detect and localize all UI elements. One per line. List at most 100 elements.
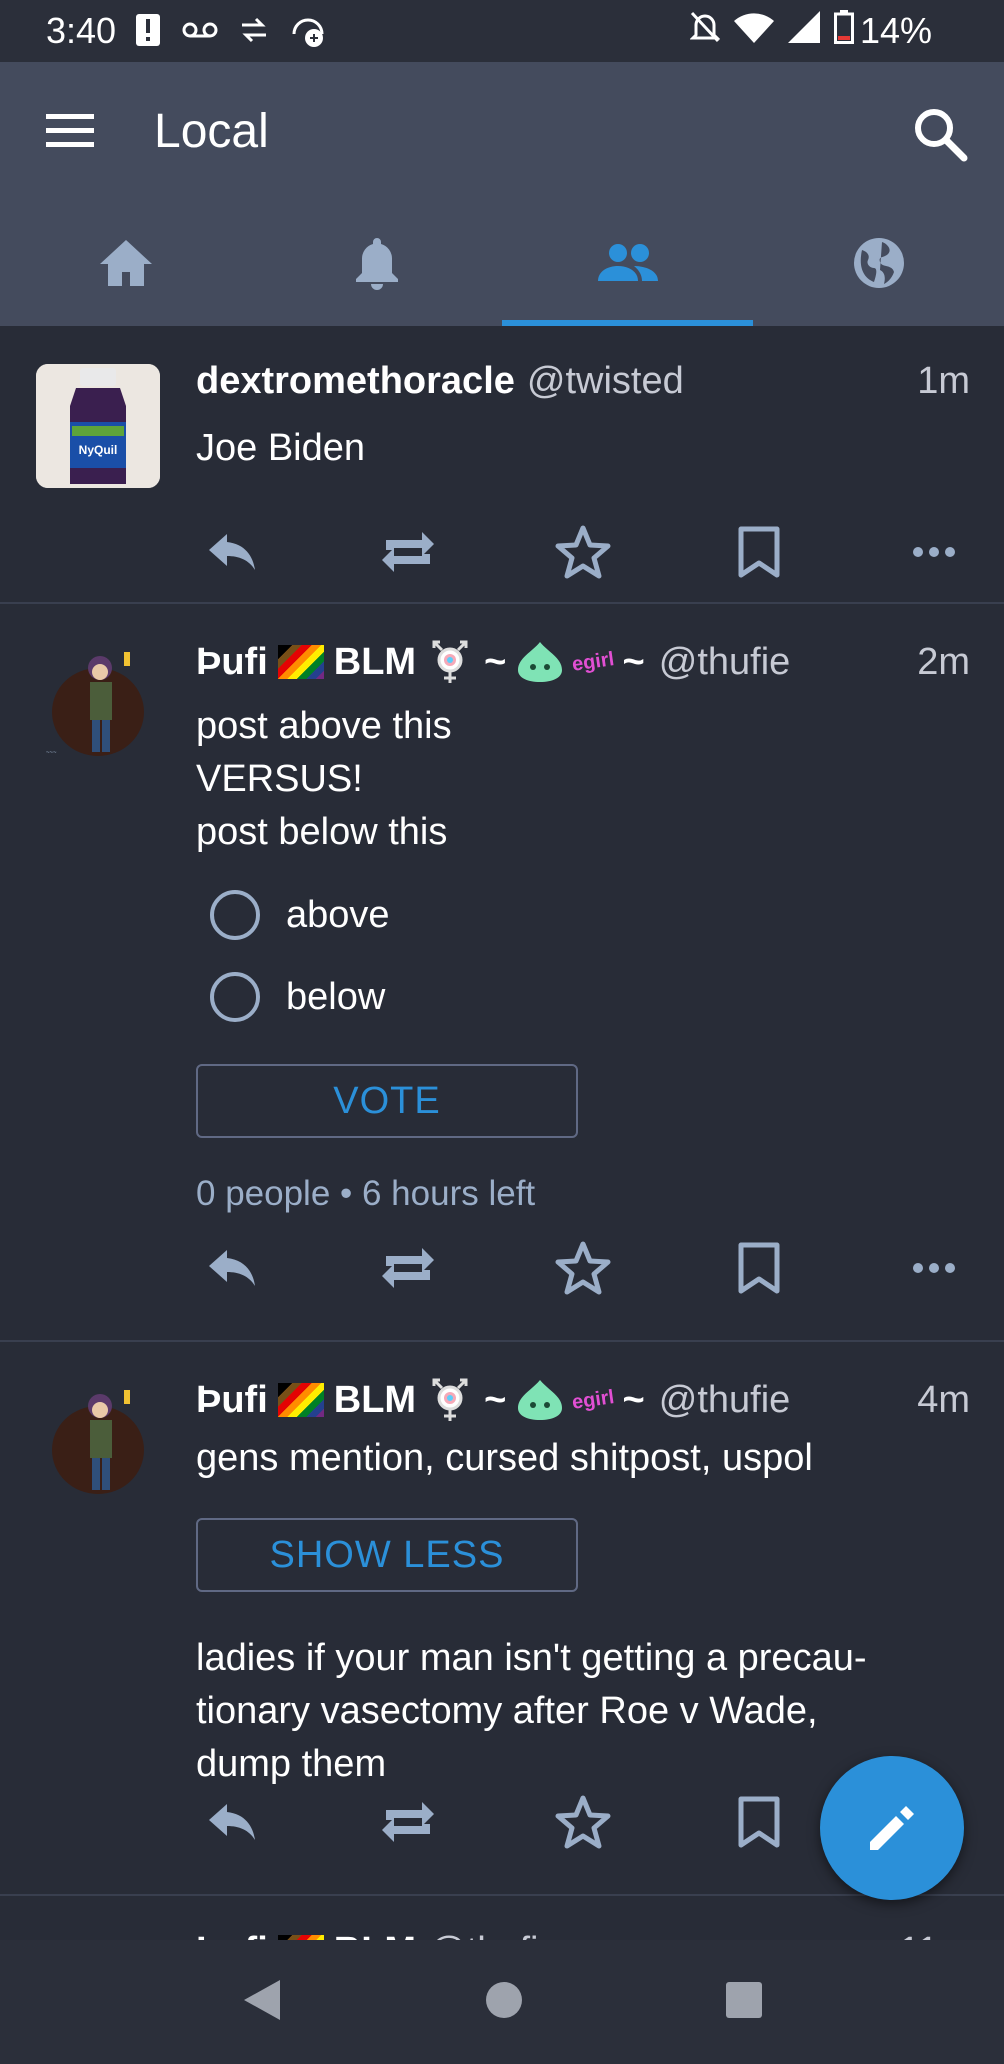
status-header: dextromethoracle @twisted 1m xyxy=(196,360,970,403)
timestamp: 2m xyxy=(917,640,970,683)
status-header: Þufi BLM @thufie 11m xyxy=(196,1930,970,1940)
tab-local[interactable] xyxy=(502,200,753,326)
poll-option[interactable]: above xyxy=(210,890,390,940)
bookmark-icon xyxy=(738,526,779,578)
boost-button[interactable] xyxy=(372,1232,444,1304)
tab-home[interactable] xyxy=(0,200,251,326)
reply-icon xyxy=(209,534,255,570)
favourite-button[interactable] xyxy=(547,516,619,588)
display-name[interactable]: Þufi BLM ~ egirl ~ xyxy=(196,1376,647,1424)
tilde: ~ xyxy=(484,1378,507,1421)
content-line: ladies if your man isn't getting a preca… xyxy=(196,1637,867,1679)
more-icon xyxy=(913,547,955,557)
alert-icon xyxy=(136,12,160,53)
content-line: VERSUS! xyxy=(196,758,363,800)
bookmark-button[interactable] xyxy=(723,1232,795,1304)
system-nav-bar xyxy=(0,1940,1004,2064)
compose-button[interactable] xyxy=(820,1756,964,1900)
reply-icon xyxy=(209,1250,255,1286)
display-name-text: BLM xyxy=(333,640,417,683)
radio-button[interactable] xyxy=(210,972,260,1022)
vote-button[interactable]: VOTE xyxy=(196,1064,578,1138)
avatar[interactable] xyxy=(36,1380,160,1504)
slime-emoji-icon xyxy=(518,642,563,682)
timeline-feed[interactable]: NyQuil dextromethoracle @twisted 1m Joe … xyxy=(0,326,1004,1940)
content-warning: gens mention, cursed shitpost, uspol xyxy=(196,1437,813,1479)
recents-square-icon xyxy=(726,1981,762,2018)
battery-icon xyxy=(834,10,854,49)
bookmark-icon xyxy=(738,1242,779,1294)
svg-text:~~~: ~~~ xyxy=(46,750,57,756)
character-avatar-icon: ~~~ xyxy=(46,652,144,756)
timestamp: 1m xyxy=(917,360,970,402)
display-name-text: Þufi xyxy=(196,640,268,683)
reply-button[interactable] xyxy=(196,1786,268,1858)
tilde: ~ xyxy=(484,640,507,683)
bookmark-button[interactable] xyxy=(723,1786,795,1858)
reply-button[interactable] xyxy=(196,516,268,588)
timeline-tabs xyxy=(0,200,1004,326)
globe-icon xyxy=(853,238,904,288)
bookmark-icon xyxy=(738,1796,779,1848)
favourite-icon xyxy=(555,525,611,579)
handle[interactable]: @thufie xyxy=(428,1930,560,1940)
tab-federated[interactable] xyxy=(753,200,1004,326)
poll-option[interactable]: below xyxy=(210,972,385,1022)
display-name[interactable]: Þufi BLM xyxy=(196,1930,416,1940)
more-button[interactable] xyxy=(898,1232,970,1304)
home-button[interactable] xyxy=(484,1980,524,2025)
voicemail-icon xyxy=(182,20,218,45)
handle[interactable]: @thufie xyxy=(659,1379,791,1422)
bookmark-button[interactable] xyxy=(723,516,795,588)
search-button[interactable] xyxy=(910,104,970,164)
app-bar: Local xyxy=(0,62,1004,326)
content-line: post above this xyxy=(196,705,452,747)
status-header: Þufi BLM ~ egirl ~ @thufie 2m xyxy=(196,638,970,686)
favourite-button[interactable] xyxy=(547,1786,619,1858)
progress-pride-flag-icon xyxy=(277,645,324,679)
boost-icon xyxy=(381,1248,434,1288)
poll-option-label: above xyxy=(286,893,390,936)
timestamp: 4m xyxy=(917,1378,970,1421)
action-bar xyxy=(196,1232,970,1304)
favourite-button[interactable] xyxy=(547,1232,619,1304)
avatar-label: NyQuil xyxy=(79,443,118,457)
trans-symbol-icon xyxy=(432,640,468,683)
sync-icon xyxy=(290,12,326,53)
boost-icon xyxy=(381,532,434,572)
action-bar xyxy=(196,516,970,588)
status-post[interactable]: ~~~ Þufi BLM ~ egirl ~ @thufie 2m post a… xyxy=(0,604,1004,1342)
status-post[interactable]: Þufi BLM @thufie 11m xyxy=(0,1896,1004,1940)
show-less-button[interactable]: SHOW LESS xyxy=(196,1518,578,1592)
home-circle-icon xyxy=(486,1981,522,2018)
content-line: Joe Biden xyxy=(196,427,366,469)
display-name-text: Þufi xyxy=(196,1378,268,1421)
display-name[interactable]: dextromethoracle xyxy=(196,360,515,403)
wifi-icon xyxy=(734,11,774,48)
display-name-text: Þufi xyxy=(196,1930,268,1940)
nyquil-bottle-icon: NyQuil xyxy=(36,364,160,488)
poll-option-label: below xyxy=(286,975,386,1018)
favourite-icon xyxy=(555,1241,611,1295)
recents-button[interactable] xyxy=(724,1980,764,2025)
handle[interactable]: @twisted xyxy=(527,360,684,403)
tab-notifications[interactable] xyxy=(251,200,502,326)
menu-button[interactable] xyxy=(44,108,100,152)
signal-icon xyxy=(788,11,820,48)
more-button[interactable] xyxy=(898,516,970,588)
status-post[interactable]: NyQuil dextromethoracle @twisted 1m Joe … xyxy=(0,326,1004,604)
reply-icon xyxy=(209,1804,255,1840)
people-icon xyxy=(597,244,658,281)
egirl-emoji: egirl xyxy=(570,648,616,676)
status-content: post above this VERSUS! post below this xyxy=(196,700,970,859)
boost-button[interactable] xyxy=(372,1786,444,1858)
character-avatar-icon xyxy=(52,1390,144,1494)
handle[interactable]: @thufie xyxy=(659,641,791,684)
radio-button[interactable] xyxy=(210,890,260,940)
reply-button[interactable] xyxy=(196,1232,268,1304)
boost-button[interactable] xyxy=(372,516,444,588)
display-name[interactable]: Þufi BLM ~ egirl ~ xyxy=(196,638,647,686)
back-button[interactable] xyxy=(240,1976,284,2029)
avatar[interactable]: ~~~ xyxy=(36,642,160,766)
avatar[interactable]: NyQuil xyxy=(36,364,160,488)
